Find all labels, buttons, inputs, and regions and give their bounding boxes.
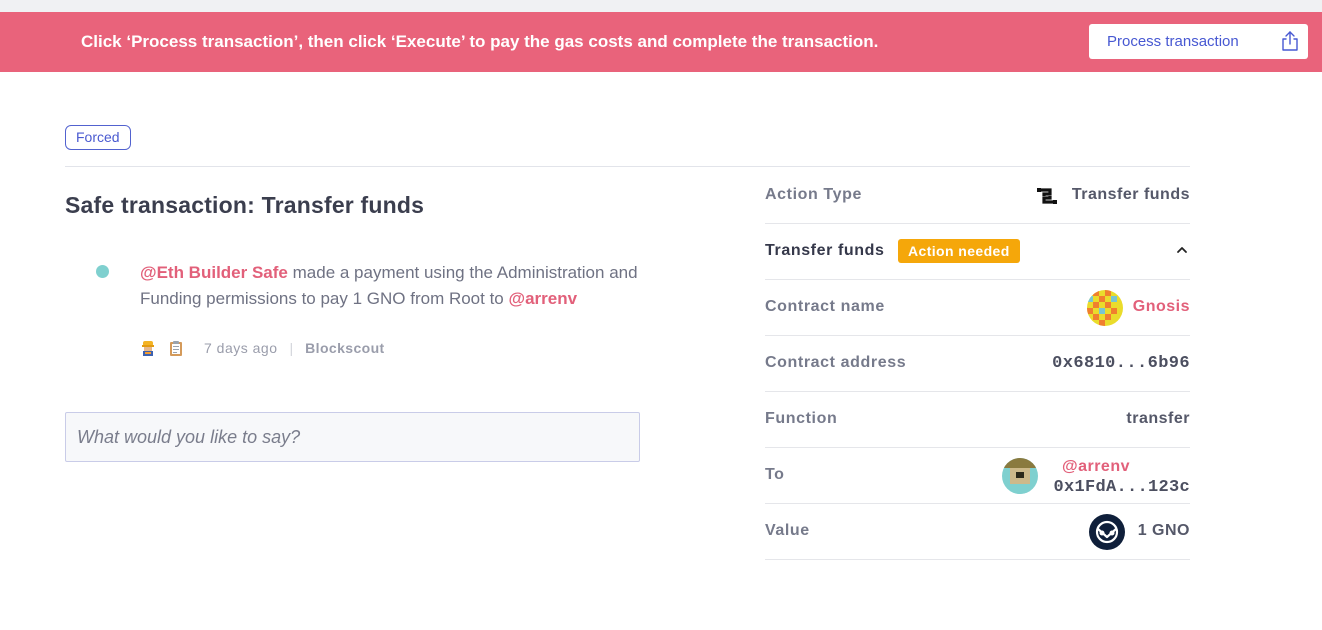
clipboard-icon (170, 341, 182, 356)
recipient-address[interactable]: 0x1FdA...123c (1053, 478, 1190, 497)
divider (65, 166, 1190, 167)
construction-worker-icon (142, 341, 154, 356)
meta-separator: | (289, 340, 294, 356)
to-row: To @arrenv 0x1FdA...123c (765, 448, 1190, 504)
contract-address-row: Contract address 0x6810...6b96 (765, 336, 1190, 392)
to-label: To (765, 466, 785, 483)
function-label: Function (765, 410, 838, 427)
forced-badge: Forced (65, 125, 131, 150)
safe-logo-icon (1037, 188, 1057, 204)
contract-name-row: Contract name Gnosis (765, 280, 1190, 336)
transfer-funds-section-header[interactable]: Transfer funds Action needed (765, 224, 1190, 280)
value-amount: 1 GNO (1137, 522, 1190, 539)
activity-text: @Eth Builder Safe made a payment using t… (140, 260, 640, 312)
comment-box[interactable] (65, 412, 640, 462)
gno-token-icon (1089, 514, 1125, 550)
section-title: Transfer funds (765, 242, 885, 259)
function-row: Function transfer (765, 392, 1190, 448)
recipient-avatar (1002, 458, 1038, 494)
status-dot (96, 265, 109, 278)
action-type-label: Action Type (765, 186, 862, 203)
contract-avatar (1087, 290, 1123, 326)
comment-input[interactable] (66, 413, 639, 461)
value-row: Value 1 GNO (765, 504, 1190, 560)
source-link[interactable]: Blockscout (305, 340, 384, 356)
chevron-up-icon[interactable] (1176, 244, 1188, 256)
action-type-row: Action Type Transfer funds (765, 168, 1190, 224)
page-title: Safe transaction: Transfer funds (65, 192, 425, 218)
recipient-name-link[interactable]: @arrenv (1062, 458, 1130, 476)
transaction-details: Action Type Transfer funds Transfer fund… (765, 168, 1190, 560)
contract-name-label: Contract name (765, 298, 885, 315)
actor-mention-link[interactable]: @Eth Builder Safe (140, 263, 288, 282)
recipient-mention-link[interactable]: @arrenv (509, 289, 578, 308)
share-upload-icon (1282, 31, 1298, 51)
activity-meta: 7 days ago | Blockscout (140, 338, 385, 358)
function-value: transfer (1126, 410, 1190, 427)
banner-message: Click ‘Process transaction’, then click … (81, 32, 879, 51)
contract-name-link[interactable]: Gnosis (1133, 298, 1190, 316)
notification-banner: Click ‘Process transaction’, then click … (0, 12, 1322, 72)
time-ago: 7 days ago (204, 340, 278, 356)
process-transaction-label: Process transaction (1107, 33, 1239, 50)
process-transaction-button[interactable]: Process transaction (1089, 24, 1308, 59)
top-strip (0, 0, 1322, 12)
value-label: Value (765, 522, 810, 539)
action-needed-badge: Action needed (898, 239, 1020, 263)
contract-address-label: Contract address (765, 354, 907, 371)
contract-address-value[interactable]: 0x6810...6b96 (1052, 354, 1190, 373)
action-type-value: Transfer funds (1071, 186, 1190, 203)
